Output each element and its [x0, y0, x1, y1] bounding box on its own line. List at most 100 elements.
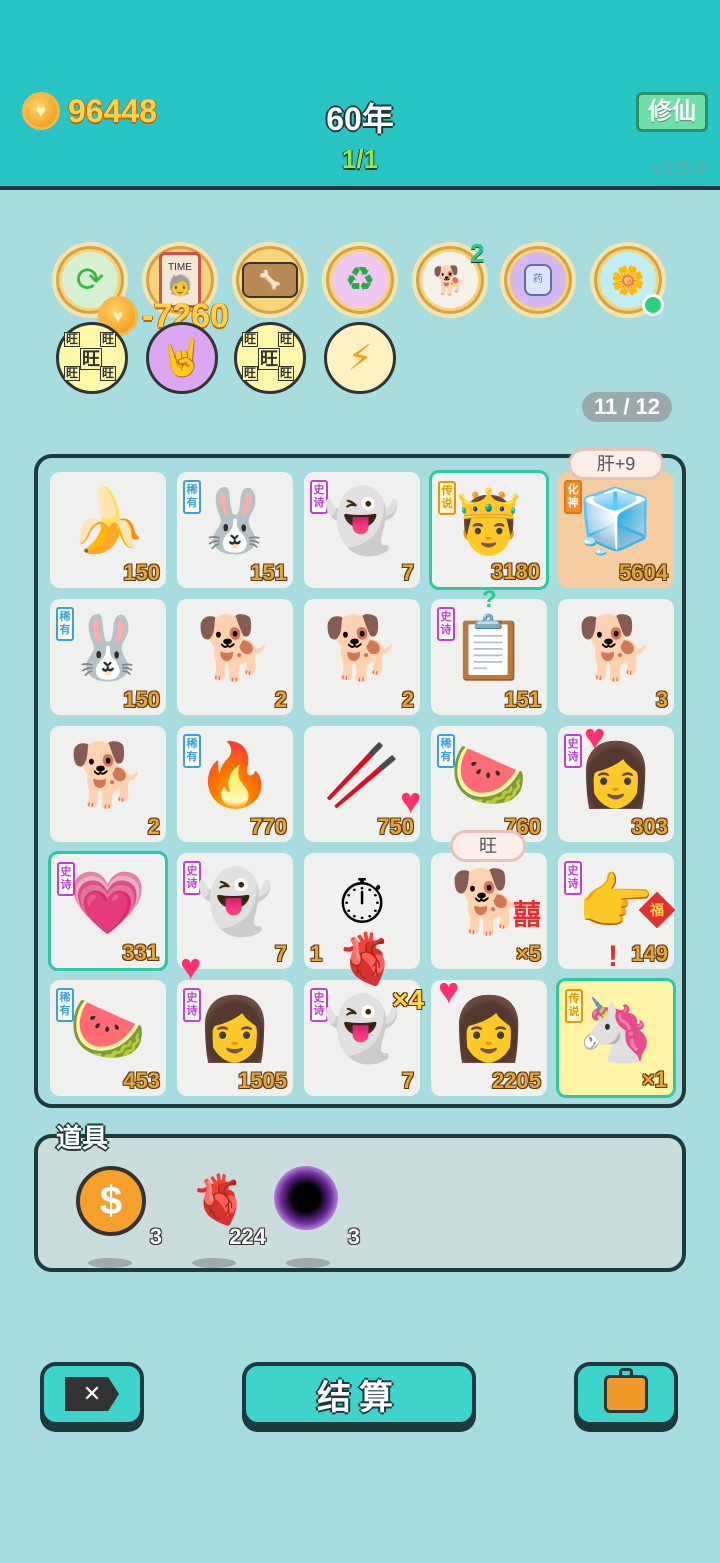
combo-multiplier: ×4: [392, 984, 424, 1015]
cell-value: 453: [123, 1068, 160, 1093]
liver-prop[interactable]: 🫀 224: [180, 1166, 266, 1268]
wang-bubble: 旺: [450, 830, 526, 862]
board-cell[interactable]: 🐕 囍 ×5: [431, 853, 547, 969]
board-cell[interactable]: 史诗 💗 331: [48, 851, 168, 971]
watermelon-icon: 🍉: [450, 741, 528, 810]
notification-dot: [642, 294, 664, 316]
exclamation-icon: !: [608, 940, 618, 973]
lightning-icon: ⚡: [347, 337, 373, 378]
board-cell[interactable]: 史诗 👩 303: [558, 726, 674, 842]
heart-icon: ♥: [438, 970, 460, 1011]
recycle-relic[interactable]: ♻: [322, 242, 398, 318]
cell-value: 149: [631, 941, 668, 966]
board-cell[interactable]: 🐕 2: [177, 599, 293, 715]
stage-progress: 1/1: [341, 144, 379, 174]
board-cell[interactable]: 稀有 🍉 453: [50, 980, 166, 1096]
props-label: 道具: [56, 1123, 109, 1153]
fire-gem-icon: 🔥: [196, 741, 274, 810]
prop-shadow: [286, 1258, 330, 1268]
rabbit-icon: 🐰: [69, 614, 147, 683]
board-cell[interactable]: 🐕 2: [304, 599, 420, 715]
medicine-jar-icon: 药: [510, 252, 566, 308]
wang-charm-icon: 旺旺 旺 旺旺: [64, 332, 117, 381]
prop-shadow: [88, 1258, 132, 1268]
cell-value: 1505: [238, 1068, 287, 1093]
cell-value: ×5: [515, 941, 541, 966]
item-board: 🍌 150 稀有 🐰 151 史诗 👻 7 传说 🤴 3180 化神 🧊 560…: [34, 448, 686, 1108]
board-cell[interactable]: 稀有 🍉 760: [431, 726, 547, 842]
year-label: 60年: [326, 101, 394, 137]
liver-burst-icon: 🫀: [336, 931, 399, 987]
cell-value: 3: [655, 687, 668, 712]
item-counter: 11 / 12: [582, 392, 672, 422]
relic-count-badge: 2: [470, 238, 485, 268]
rock-hand-relic[interactable]: 🤘: [146, 322, 218, 394]
cell-value: 151: [250, 560, 287, 585]
board-cell[interactable]: 化神 🧊 5604: [558, 472, 674, 588]
rich-king-icon: 🤴: [450, 488, 528, 557]
copy-paste-icon: 📋: [450, 614, 528, 683]
liver-bonus-bubble: 肝+9: [568, 448, 664, 480]
coin-prop[interactable]: $ 3: [76, 1166, 162, 1268]
medicine-jar-relic[interactable]: 药: [500, 242, 576, 318]
board-cell[interactable]: 🍌 150: [50, 472, 166, 588]
cell-value: 151: [504, 687, 541, 712]
cell-value: 3180: [491, 559, 540, 584]
settle-button[interactable]: 结算: [242, 1362, 476, 1426]
cultivate-button[interactable]: 修仙: [636, 92, 708, 132]
heart-icon: ♥: [400, 780, 422, 821]
wang-relic-2[interactable]: 旺旺 旺 旺旺: [234, 322, 306, 394]
fridge-icon: 🧊: [577, 487, 655, 556]
briefcase-icon: [604, 1368, 648, 1413]
prop-count: 224: [229, 1224, 266, 1249]
banana-icon: 🍌: [69, 487, 147, 556]
cell-value: 2: [274, 687, 287, 712]
dog-bowl-relic[interactable]: 🦴: [232, 242, 308, 318]
ghost-icon: 👻: [323, 487, 401, 556]
board-cell[interactable]: 传说 🦄 ×1: [556, 978, 676, 1098]
cell-value: 303: [631, 814, 668, 839]
husky-icon: 🐕: [577, 614, 655, 683]
heart-pot-icon: 💗: [69, 869, 147, 938]
cell-value: ×1: [641, 1067, 667, 1092]
top-bar: ♥ 96448 60年 1/1 修仙 v3.0.9: [0, 0, 720, 190]
husky-icon: 🐕: [323, 614, 401, 683]
board-cell[interactable]: 史诗 📋 151: [431, 599, 547, 715]
question-icon: ?: [482, 586, 497, 613]
exit-button[interactable]: ✕: [40, 1362, 144, 1426]
cell-value: 5604: [619, 560, 668, 585]
cell-value: 7: [274, 941, 287, 966]
cell-value: 2: [401, 687, 414, 712]
version-label: v3.0.9: [651, 158, 706, 180]
wang-relic-1[interactable]: 旺旺 旺 旺旺: [56, 322, 128, 394]
dollar-coin-icon: $: [76, 1166, 146, 1236]
cell-value: 150: [123, 687, 160, 712]
rabbit-icon: 🐰: [196, 487, 274, 556]
board-cell[interactable]: 稀有 🐰 151: [177, 472, 293, 588]
dog-bowl-icon: 🦴: [242, 262, 298, 298]
inventory-button[interactable]: [574, 1362, 678, 1426]
board-cell[interactable]: 史诗 👩 1505: [177, 980, 293, 1096]
prop-count: 3: [149, 1224, 162, 1249]
board-cell[interactable]: 稀有 🐰 150: [50, 599, 166, 715]
unicorn-icon: 🦄: [577, 996, 655, 1065]
girl-icon: 👩: [577, 741, 655, 810]
lightning-relic[interactable]: ⚡: [324, 322, 396, 394]
board-cell[interactable]: 传说 🤴 3180: [429, 470, 549, 590]
settle-label: 结算: [317, 1378, 401, 1417]
board-cell[interactable]: 🐕 3: [558, 599, 674, 715]
prop-shadow: [192, 1258, 236, 1268]
girl-icon: 👩: [196, 995, 274, 1064]
heart-icon: ♥: [180, 946, 202, 987]
board-cell[interactable]: 🐕 2: [50, 726, 166, 842]
husky-icon: 🐕: [69, 741, 147, 810]
husky-icon: 🐕: [196, 614, 274, 683]
cell-value: 2: [147, 814, 160, 839]
cell-value: 770: [250, 814, 287, 839]
board-cell[interactable]: 稀有 🔥 770: [177, 726, 293, 842]
board-cell[interactable]: 史诗 👻 7: [304, 472, 420, 588]
cell-value: 7: [401, 560, 414, 585]
black-hole-icon: ●: [274, 1166, 338, 1230]
black-hole-prop[interactable]: ● 3: [274, 1166, 360, 1268]
double-happiness-icon: 囍: [512, 899, 541, 930]
